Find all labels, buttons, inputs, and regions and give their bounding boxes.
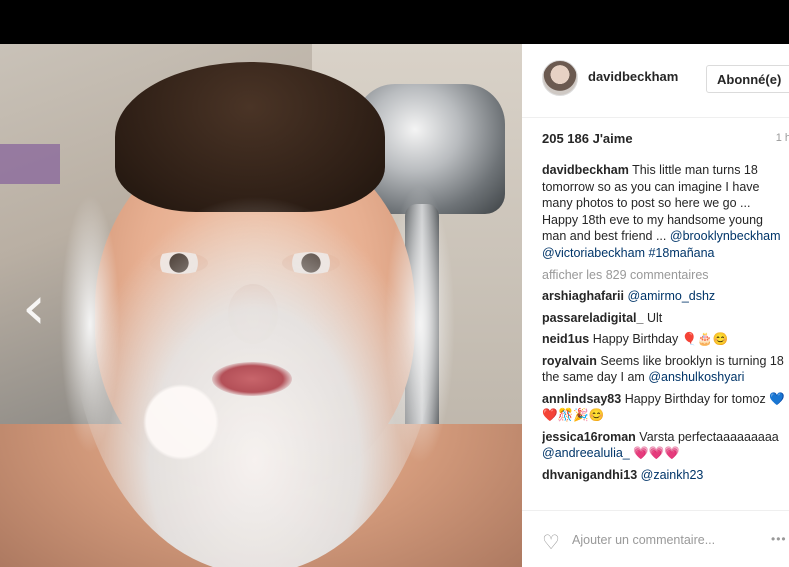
comment-text: Varsta perfectaaaaaaaaa	[639, 429, 779, 444]
likes-row: 205 186 J'aime 1 h	[542, 131, 789, 149]
caption: davidbeckham This little man turns 18 to…	[542, 162, 789, 261]
comment-text[interactable]: @zainkh23	[641, 468, 704, 482]
heart-icon[interactable]: ♡	[542, 532, 562, 552]
top-bar	[0, 0, 789, 44]
comment-item: dhvanigandhi13 @zainkh23	[542, 467, 789, 484]
post-photo[interactable]	[0, 44, 522, 567]
caption-username[interactable]: davidbeckham	[542, 163, 629, 177]
comment-text[interactable]: @amirmo_dshz	[627, 289, 715, 303]
follow-button[interactable]: Abonné(e)	[706, 65, 789, 93]
comment-item: royalvain Seems like brooklyn is turning…	[542, 353, 789, 386]
previous-arrow-icon[interactable]: ‹	[14, 278, 54, 338]
post-time[interactable]: 1 h	[776, 132, 789, 144]
comment-mention[interactable]: @anshulkoshyari	[648, 370, 744, 384]
comment-input[interactable]	[572, 528, 762, 552]
comment-item: jessica16roman Varsta perfectaaaaaaaaa @…	[542, 429, 789, 462]
post-header: davidbeckham Abonné(e)	[522, 44, 789, 118]
comment-item: annlindsay83 Happy Birthday for tomoz 💙❤…	[542, 391, 789, 424]
comment-text: Ult	[646, 310, 663, 325]
comment-username[interactable]: dhvanigandhi13	[542, 468, 637, 482]
likes-count[interactable]: 205 186 J'aime	[542, 131, 633, 146]
comment-bar: ♡ •••	[522, 510, 789, 567]
comment-username[interactable]: neid1us	[542, 332, 589, 346]
comment-username[interactable]: royalvain	[542, 354, 597, 368]
next-arrow-icon[interactable]: ›	[752, 278, 789, 338]
avatar[interactable]	[542, 60, 578, 96]
comment-text: Happy Birthday 🎈🎂😊	[592, 332, 729, 346]
comment-username[interactable]: passareladigital_	[542, 311, 643, 325]
username-link[interactable]: davidbeckham	[588, 69, 678, 84]
post-side-panel: davidbeckham Abonné(e) 205 186 J'aime 1 …	[522, 44, 789, 567]
comment-username[interactable]: jessica16roman	[542, 430, 636, 444]
more-options-icon[interactable]: •••	[771, 532, 787, 546]
comment-username[interactable]: annlindsay83	[542, 392, 621, 406]
comment-username[interactable]: arshiaghafarii	[542, 289, 624, 303]
comment-mention[interactable]: @andreealulia_ 💗💗💗	[542, 446, 680, 460]
